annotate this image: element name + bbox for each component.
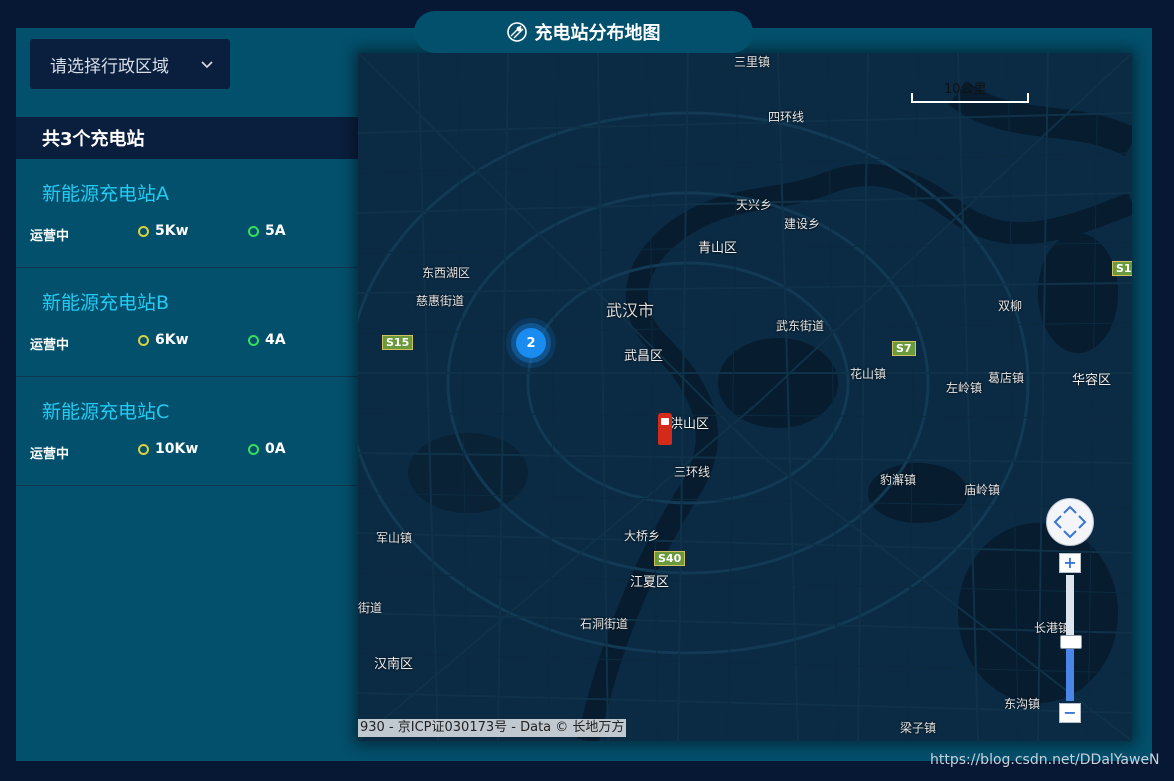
power-value: 10Kw xyxy=(155,441,199,457)
region-select-placeholder: 请选择行政区域 xyxy=(50,56,169,77)
map-copyright: 930 - 京ICP证030173号 - Data © 长地万方 xyxy=(358,719,627,737)
map-label: 建设乡 xyxy=(784,217,821,231)
map-label: 武东街道 xyxy=(776,319,825,333)
station-power: 5Kw xyxy=(138,223,189,239)
current-value: 0A xyxy=(265,441,286,457)
map-label: 左岭镇 xyxy=(946,381,983,395)
map-label: 东沟镇 xyxy=(1004,697,1041,711)
map-label: 汉南区 xyxy=(374,657,414,672)
station-item[interactable]: 新能源充电站C 运营中 10Kw 0A xyxy=(16,377,358,486)
map-label: 豹澥镇 xyxy=(880,473,917,487)
zoom-slider-handle[interactable] xyxy=(1060,635,1082,649)
current-icon xyxy=(248,225,259,237)
map-label: 梁子镇 xyxy=(900,721,937,735)
sidebar: 请选择行政区域 共3个充电站 新能源充电站A 运营中 5Kw 5A 新能源充电站… xyxy=(16,28,358,761)
power-value: 5Kw xyxy=(155,223,189,239)
current-value: 4A xyxy=(265,332,286,348)
station-name: 新能源充电站A xyxy=(42,183,169,205)
map-label: 天兴乡 xyxy=(736,198,773,212)
map-road-network xyxy=(358,53,1132,741)
page-title: 充电站分布地图 xyxy=(534,23,661,44)
highway-shield: S7 xyxy=(892,341,916,356)
station-status: 运营中 xyxy=(30,447,70,462)
station-current: 5A xyxy=(248,223,286,239)
map-label: 江夏区 xyxy=(630,575,670,590)
map-label: 武昌区 xyxy=(624,349,664,364)
map-label: 军山镇 xyxy=(376,531,413,545)
map-scale-label: 10公里 xyxy=(944,82,987,97)
station-name: 新能源充电站C xyxy=(42,401,170,423)
map-label: 庙岭镇 xyxy=(964,483,1001,497)
station-item[interactable]: 新能源充电站B 运营中 6Kw 4A xyxy=(16,268,358,377)
power-icon xyxy=(138,443,149,455)
station-status: 运营中 xyxy=(30,338,70,353)
map-label: 石洞街道 xyxy=(580,617,629,631)
highway-shield: S15 xyxy=(382,335,414,350)
station-status: 运营中 xyxy=(30,229,70,244)
map-label: 华容区 xyxy=(1072,373,1112,388)
station-power: 10Kw xyxy=(138,441,198,457)
map-label: 武汉市 xyxy=(606,301,655,320)
power-value: 6Kw xyxy=(155,332,189,348)
zoom-out-button[interactable]: − xyxy=(1059,703,1081,723)
chevron-down-icon xyxy=(201,61,213,69)
map-pan-control[interactable] xyxy=(1046,498,1094,546)
highway-shield: S40 xyxy=(654,551,686,566)
station-current: 0A xyxy=(248,441,286,457)
zoom-in-button[interactable]: + xyxy=(1059,553,1081,573)
current-value: 5A xyxy=(265,223,286,239)
map-pin-icon xyxy=(506,22,527,42)
map-view[interactable]: 10公里 三里镇 四环线 天兴乡 建设乡 青山区 东西湖区 慈惠街道 武汉市 武… xyxy=(358,53,1132,741)
map-label: 葛店镇 xyxy=(988,371,1025,385)
map-label: 东西湖区 xyxy=(422,266,471,280)
station-power: 6Kw xyxy=(138,332,189,348)
map-label: 双柳 xyxy=(998,299,1023,313)
highway-shield: S1 xyxy=(1112,261,1132,276)
map-label: 洪山区 xyxy=(670,417,710,432)
zoom-slider-fill xyxy=(1066,641,1074,701)
map-label: 慈惠街道 xyxy=(416,294,465,308)
region-select[interactable]: 请选择行政区域 xyxy=(30,39,230,89)
title-tab: 充电站分布地图 xyxy=(414,11,753,53)
pan-arrows-icon xyxy=(1053,505,1087,539)
map-label: 花山镇 xyxy=(850,367,887,381)
power-icon xyxy=(138,225,149,237)
map-label: 三里镇 xyxy=(734,55,771,69)
station-count: 共3个充电站 xyxy=(42,129,145,150)
map-label: 大桥乡 xyxy=(624,529,661,543)
station-count-bar: 共3个充电站 xyxy=(16,117,358,159)
station-list: 新能源充电站A 运营中 5Kw 5A 新能源充电站B 运营中 6Kw 4A 新能… xyxy=(16,159,358,486)
station-cluster-marker[interactable]: 2 xyxy=(516,328,546,358)
charging-station-marker[interactable] xyxy=(658,413,672,445)
station-name: 新能源充电站B xyxy=(42,292,170,314)
power-icon xyxy=(138,334,149,346)
map-label: 长港镇 xyxy=(1034,621,1071,635)
map-label: 青山区 xyxy=(698,241,738,256)
map-label: 街道 xyxy=(358,601,383,615)
current-icon xyxy=(248,443,259,455)
map-label: 三环线 xyxy=(674,465,711,479)
current-icon xyxy=(248,334,259,346)
station-current: 4A xyxy=(248,332,286,348)
watermark: https://blog.csdn.net/DDalYaweN xyxy=(930,752,1160,768)
station-item[interactable]: 新能源充电站A 运营中 5Kw 5A xyxy=(16,159,358,268)
map-label: 四环线 xyxy=(768,110,805,124)
